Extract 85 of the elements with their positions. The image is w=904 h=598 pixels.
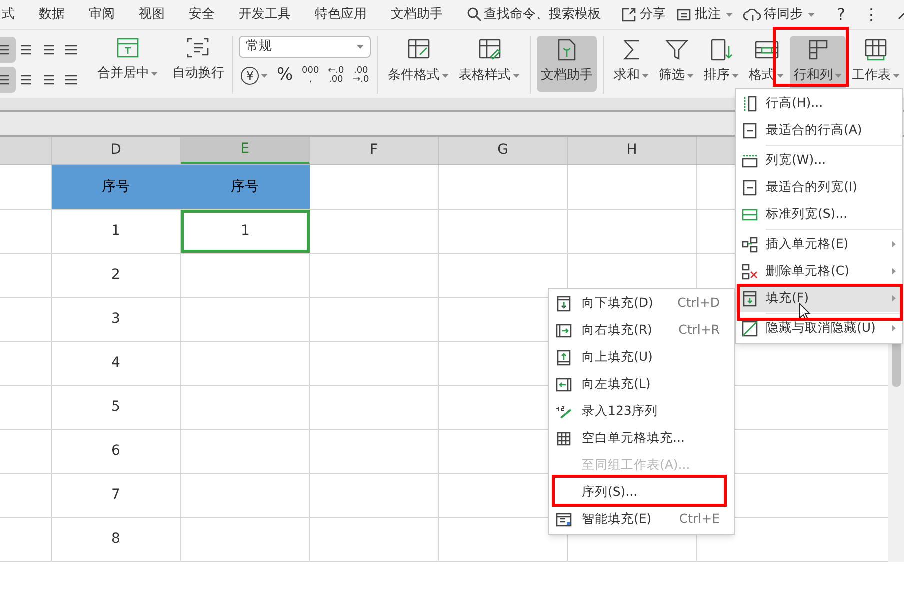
top-action-button[interactable]: 分享 — [621, 4, 666, 24]
top-action-button[interactable]: 待同步 — [743, 4, 815, 24]
row-height-icon — [743, 96, 757, 112]
merge-cells-icon — [116, 36, 140, 60]
fill-right-icon — [556, 324, 572, 338]
menu-tab[interactable]: 数据 — [39, 4, 65, 24]
menu-tab[interactable]: 式 — [2, 4, 15, 24]
number-pencil-icon — [555, 404, 573, 418]
table-cell: 6 — [52, 430, 181, 473]
delete-cell-icon — [742, 264, 758, 280]
table-style-icon — [478, 38, 502, 62]
menu-item[interactable]: 空白单元格填充... — [549, 425, 734, 452]
search-icon — [467, 7, 482, 22]
header-cell: 序号 — [52, 165, 181, 209]
share-icon — [621, 6, 637, 22]
menu-tab[interactable]: 开发工具 — [239, 4, 291, 24]
column-header[interactable]: H — [568, 137, 697, 164]
fill-left-icon — [556, 378, 572, 392]
menu-item[interactable]: 向右填充(R) Ctrl+R — [549, 317, 734, 344]
window-control-button[interactable]: ⋮ — [864, 2, 880, 26]
menu-tab[interactable]: 视图 — [139, 4, 165, 24]
menu-item[interactable]: 序列(S)... — [549, 479, 734, 506]
menu-item[interactable]: 最适合的列宽(I) — [736, 174, 902, 201]
table-cell: 2 — [52, 254, 181, 297]
menu-tab[interactable]: 特色应用 — [315, 4, 367, 24]
hide-unhide-icon — [742, 320, 758, 336]
column-width-icon — [742, 154, 758, 168]
standard-width-icon — [742, 208, 758, 222]
number-format-dropdown[interactable]: 常规 — [239, 36, 372, 58]
fill-down-icon — [743, 290, 757, 306]
ribbon-button[interactable]: 筛选 — [655, 36, 698, 92]
smart-fill-icon — [556, 512, 572, 526]
menu-item[interactable]: 删除单元格(C) — [736, 258, 902, 285]
ribbon-button[interactable]: 工作表 — [848, 36, 904, 92]
window-control-button[interactable]: ? — [837, 2, 846, 26]
menu-item[interactable]: 向左填充(L) — [549, 371, 734, 398]
filter-icon — [664, 38, 689, 62]
ribbon-button[interactable]: 求和 — [610, 36, 654, 92]
menu-item[interactable]: 标准列宽(S)... — [736, 201, 902, 228]
menu-tab[interactable]: 文档助手 — [391, 4, 443, 24]
fit-column-width-icon — [743, 180, 757, 196]
top-action-button[interactable]: 批注 — [676, 4, 733, 24]
wrap-text-icon — [186, 36, 210, 60]
menu-item[interactable]: 录入123序列 — [549, 398, 734, 425]
menu-item[interactable]: 最适合的行高(A) — [736, 117, 902, 144]
mouse-cursor-icon — [799, 303, 811, 321]
table-cell: 3 — [52, 298, 181, 341]
fill-up-icon — [557, 350, 571, 366]
worksheet-icon — [864, 38, 888, 62]
ribbon-button[interactable]: 表格样式 — [455, 36, 524, 92]
table-cell: 7 — [52, 474, 181, 517]
table-cell: 4 — [52, 342, 181, 385]
caret-icon — [357, 45, 364, 49]
ribbon-button[interactable]: 自动换行 — [170, 36, 226, 84]
menu-tab[interactable]: 审阅 — [89, 4, 115, 24]
cloud-sync-icon — [743, 6, 761, 22]
table-cell: 1 — [52, 210, 181, 253]
menu-item[interactable]: 向上填充(U) — [549, 344, 734, 371]
ribbon-button[interactable]: 合并居中 — [95, 36, 160, 84]
column-header[interactable]: G — [439, 137, 568, 164]
menu-item[interactable]: 行高(H)... — [736, 90, 902, 117]
grid-icon — [557, 432, 571, 446]
ribbon-button[interactable]: 排序 — [700, 36, 744, 92]
search-command-button[interactable]: 查找命令、搜索模板 — [467, 4, 601, 24]
fill-down-icon — [557, 296, 571, 312]
number-style-button[interactable]: ←.0 .00 — [328, 66, 344, 85]
menu-item[interactable]: 插入单元格(E) — [736, 231, 902, 258]
ribbon-button[interactable]: 条件格式 — [384, 36, 454, 92]
table-cell: 5 — [52, 386, 181, 429]
number-style-button[interactable]: .00 →.0 — [353, 66, 370, 85]
insert-cell-icon — [742, 236, 758, 252]
menu-item[interactable]: 向下填充(D) Ctrl+D — [549, 290, 734, 317]
fit-row-height-icon — [743, 122, 757, 138]
table-cell: 8 — [52, 518, 181, 561]
percent-button[interactable]: % — [277, 63, 294, 88]
ribbon-button[interactable]: 文档助手 — [537, 36, 598, 92]
number-style-button[interactable]: 000 , — [302, 66, 320, 85]
menu-item[interactable]: 列宽(W)... — [736, 147, 902, 174]
sort-icon — [710, 38, 734, 62]
header-cell: 序号 — [181, 165, 310, 209]
menu-item[interactable]: 智能填充(E) Ctrl+E — [549, 506, 734, 533]
comment-icon — [676, 6, 692, 22]
menu-tab[interactable]: 安全 — [189, 4, 215, 24]
table-cell: 1 — [181, 210, 310, 253]
column-header[interactable]: F — [310, 137, 439, 164]
